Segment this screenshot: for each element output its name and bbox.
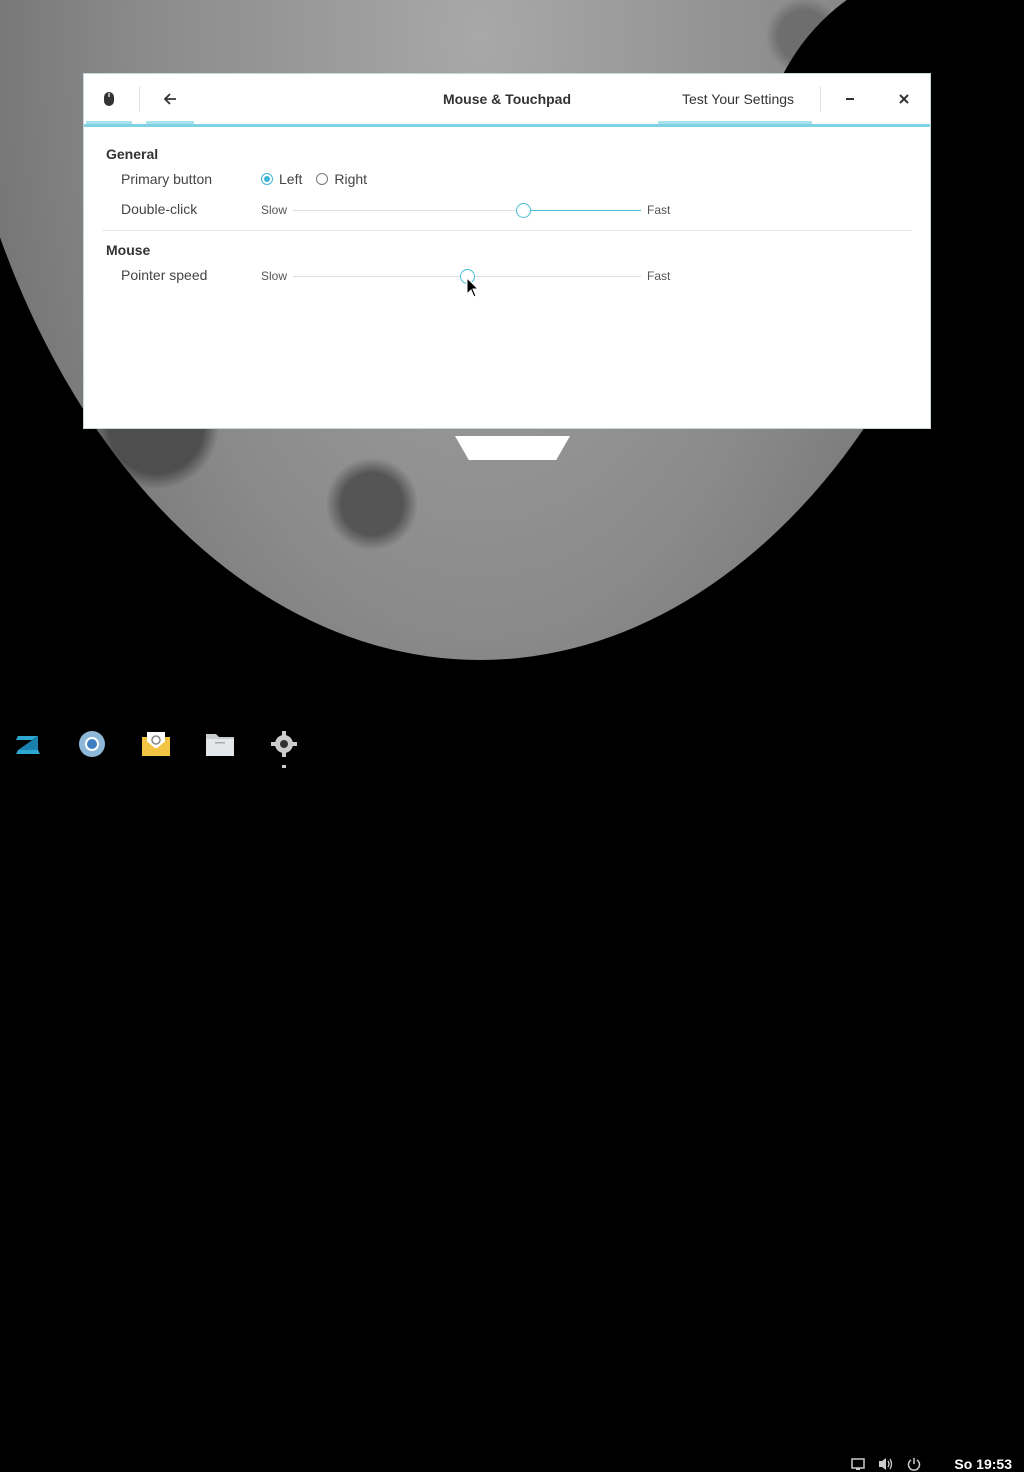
radio-left-indicator[interactable] (261, 173, 273, 185)
close-button[interactable] (884, 74, 924, 124)
window-notch (455, 436, 570, 460)
back-underline (146, 121, 194, 124)
general-heading: General (106, 146, 159, 162)
back-button[interactable] (146, 74, 194, 124)
clock[interactable]: So 19:53 (954, 1456, 1012, 1472)
settings-window: Mouse & Touchpad Test Your Settings Gene… (84, 74, 930, 428)
chromium-icon[interactable] (76, 728, 108, 760)
double-click-slow-label: Slow (261, 203, 288, 217)
title-bar: Mouse & Touchpad Test Your Settings (84, 74, 930, 127)
minimize-button[interactable] (830, 74, 870, 124)
double-click-slider-fill (523, 210, 641, 211)
radio-left-label: Left (279, 171, 303, 187)
double-click-label: Double-click (121, 201, 198, 217)
pointer-speed-fast-label: Fast (647, 269, 671, 283)
pointer-speed-slider-fill (467, 276, 641, 277)
separator (820, 86, 821, 112)
radio-right[interactable]: Right (316, 171, 367, 187)
primary-button-label: Primary button (121, 171, 213, 187)
double-click-fast-label: Fast (647, 203, 671, 217)
test-settings-button[interactable]: Test Your Settings (658, 74, 818, 124)
pointer-speed-label: Pointer speed (121, 267, 208, 283)
taskbar: So 19:53 (0, 720, 1024, 1472)
zorin-menu-icon[interactable] (12, 728, 44, 760)
mouse-cursor-icon (466, 277, 480, 298)
power-icon[interactable] (906, 1456, 922, 1472)
back-arrow-icon (163, 93, 176, 105)
mouse-icon[interactable] (84, 74, 134, 124)
double-click-slider-thumb[interactable] (516, 203, 531, 218)
separator (139, 86, 140, 112)
section-divider (102, 230, 912, 231)
display-icon[interactable] (850, 1456, 866, 1472)
close-icon (899, 94, 909, 104)
minimize-icon (846, 98, 854, 100)
mail-icon[interactable] (140, 728, 172, 760)
test-underline (658, 121, 812, 124)
volume-icon[interactable] (878, 1456, 894, 1472)
double-click-slider[interactable] (293, 203, 641, 218)
radio-right-label: Right (334, 171, 368, 187)
files-icon[interactable] (204, 728, 236, 760)
settings-icon[interactable] (268, 728, 300, 760)
radio-right-indicator[interactable] (316, 173, 329, 185)
mouse-tab-underline (86, 121, 132, 124)
radio-left[interactable]: Left (261, 171, 302, 187)
pointer-speed-slow-label: Slow (261, 269, 288, 283)
mouse-heading: Mouse (106, 242, 151, 258)
primary-button-radio-group: Left Right (261, 171, 381, 187)
